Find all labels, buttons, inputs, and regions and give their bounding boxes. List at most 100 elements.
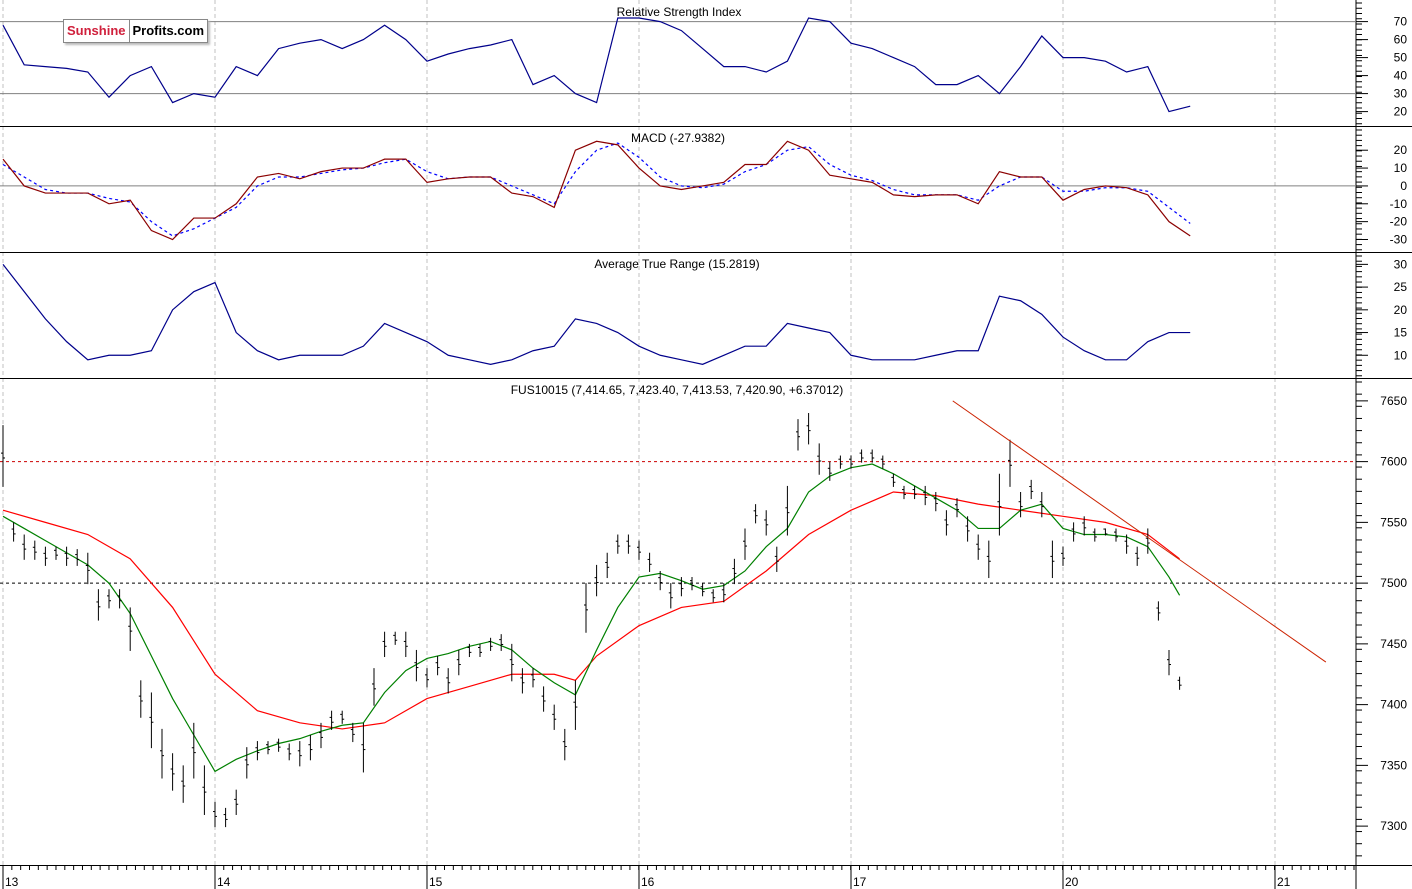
price-bar — [435, 656, 440, 676]
price-bar — [1167, 649, 1171, 676]
price-bar — [637, 540, 641, 560]
y-tick-label: 30 — [1394, 257, 1408, 271]
x-tick-label: 15 — [429, 875, 443, 889]
price-bar — [308, 734, 313, 761]
y-tick-label: 25 — [1394, 280, 1408, 294]
price-bar — [986, 540, 991, 579]
price-bar — [456, 649, 461, 676]
price-bar — [711, 589, 716, 603]
logo-part2: Profits.com — [132, 23, 205, 38]
price-bar — [1145, 528, 1150, 554]
price-bar — [531, 668, 535, 688]
price-bar — [520, 668, 525, 694]
price-bar — [976, 534, 981, 560]
price-bar — [128, 607, 133, 651]
price-bar — [584, 583, 588, 633]
y-tick-label: 10 — [1394, 161, 1408, 175]
macd-signal-line — [2, 142, 1191, 237]
sunshine-profits-logo: Sunshine Profits.com — [63, 19, 209, 43]
price-bar — [223, 807, 228, 828]
price-bar — [22, 534, 27, 560]
price-bar — [382, 631, 387, 658]
price-bar — [997, 473, 1002, 536]
price-bar — [573, 680, 578, 730]
price-bar — [955, 498, 959, 518]
price-bar — [944, 510, 949, 536]
x-tick-label: 16 — [641, 875, 655, 889]
y-tick-label: 7500 — [1380, 576, 1407, 590]
price-bar — [361, 722, 366, 773]
price-bar — [85, 552, 90, 585]
price-bar — [552, 704, 557, 730]
price-bar — [478, 643, 482, 658]
price-bar — [213, 801, 217, 828]
price-bar — [796, 419, 800, 451]
y-tick-label: -20 — [1390, 215, 1408, 229]
price-bar — [149, 692, 154, 749]
price-bar — [1156, 601, 1161, 621]
y-tick-label: 7650 — [1380, 394, 1407, 408]
x-tick-label: 21 — [1277, 875, 1291, 889]
price-bar — [1061, 546, 1065, 566]
y-tick-label: 7450 — [1380, 637, 1407, 651]
price-bar — [244, 747, 249, 779]
y-tick-label: 7350 — [1380, 758, 1407, 772]
x-tick-label: 20 — [1065, 875, 1079, 889]
price-bar — [488, 637, 493, 651]
price-bar — [743, 528, 747, 560]
y-tick-label: 7550 — [1380, 515, 1407, 529]
price-bar — [1050, 540, 1055, 579]
price-bar — [54, 546, 58, 560]
price-bar — [912, 485, 917, 500]
resistance-trendline — [952, 400, 1327, 663]
price-bar — [170, 753, 175, 791]
price-bar — [817, 443, 822, 475]
price-bar — [562, 728, 567, 761]
y-tick-label: 40 — [1394, 69, 1408, 83]
price-bar — [499, 634, 504, 651]
y-tick-label: 70 — [1394, 15, 1408, 29]
macd-title: MACD (-27.9382) — [630, 131, 726, 145]
y-tick-label: 20 — [1394, 105, 1408, 119]
y-tick-label: 50 — [1394, 51, 1408, 65]
x-tick-label: 17 — [853, 875, 867, 889]
y-tick-label: 30 — [1394, 87, 1408, 101]
price-bar — [732, 558, 737, 585]
price-bar — [1008, 439, 1012, 487]
price-bar — [181, 765, 186, 803]
price-bar — [668, 583, 673, 609]
price-bar — [96, 589, 101, 621]
price-bar — [234, 789, 239, 815]
slow-moving-average — [2, 491, 1180, 730]
price-bar — [107, 589, 111, 609]
rsi-title: Relative Strength Index — [616, 5, 742, 19]
price-bar — [594, 564, 599, 597]
y-tick-label: -10 — [1390, 197, 1408, 211]
y-tick-label: -30 — [1390, 233, 1408, 247]
price-bar — [1135, 546, 1140, 566]
y-tick-label: 0 — [1400, 179, 1407, 193]
y-tick-label: 7300 — [1380, 819, 1407, 833]
price-bar — [287, 743, 292, 761]
y-tick-label: 7400 — [1380, 698, 1407, 712]
atr-line — [2, 263, 1191, 365]
price-bar — [933, 491, 938, 512]
price-bar — [202, 765, 207, 815]
price-bar — [870, 449, 875, 463]
price-bar — [605, 552, 610, 579]
price-bar — [785, 485, 790, 536]
price-bar — [1, 425, 5, 487]
atr-title: Average True Range (15.2819) — [594, 257, 760, 271]
price-bar — [615, 534, 620, 554]
price-bar — [859, 449, 864, 463]
price-bar — [138, 680, 143, 718]
x-tick-label: 13 — [5, 875, 19, 889]
price-bar — [403, 631, 408, 658]
price-bar — [393, 631, 398, 645]
x-tick-label: 14 — [217, 875, 231, 889]
logo-part1: Sunshine — [64, 20, 130, 42]
price-bar — [11, 522, 16, 542]
y-tick-label: 20 — [1394, 303, 1408, 317]
price-bar — [700, 583, 705, 597]
price-bar — [764, 510, 769, 536]
